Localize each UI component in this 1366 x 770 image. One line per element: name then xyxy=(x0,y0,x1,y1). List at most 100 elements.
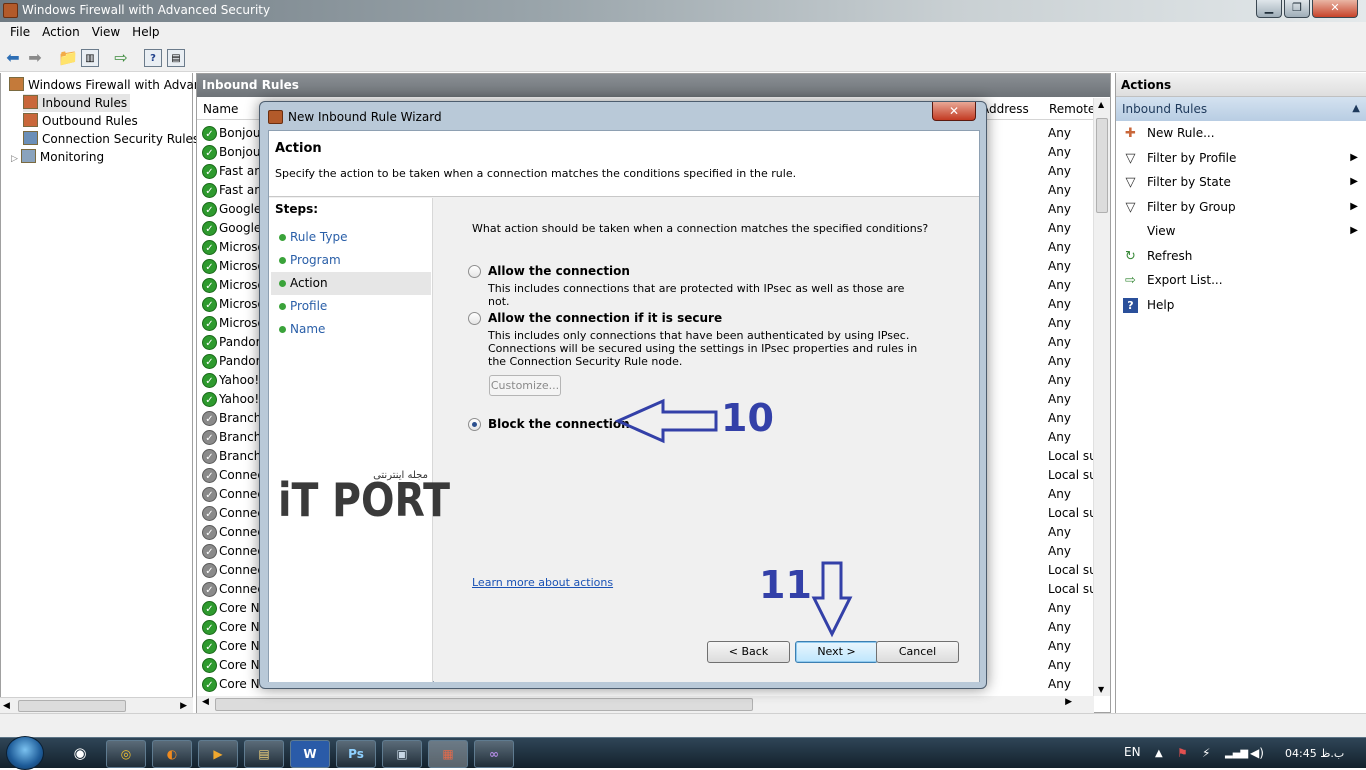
enabled-check-icon: ✓ xyxy=(202,297,217,312)
tree-item-connection-security-rules[interactable]: Connection Security Rules xyxy=(23,130,199,148)
rule-name: Microso xyxy=(219,278,265,292)
tree-item-outbound-rules[interactable]: Outbound Rules xyxy=(23,112,138,130)
start-button[interactable] xyxy=(6,736,44,770)
media-player-icon[interactable]: ▶ xyxy=(198,740,238,768)
enabled-check-icon: ✓ xyxy=(202,240,217,255)
visual-studio-icon[interactable]: ∞ xyxy=(474,740,514,768)
action-center-flag-icon[interactable]: ⚑ xyxy=(1177,738,1188,769)
action-new-rule[interactable]: ✚ New Rule... xyxy=(1116,121,1366,146)
volume-icon[interactable]: ◀) xyxy=(1250,738,1264,769)
rules-horizontal-scrollbar[interactable]: ◀ ▶ xyxy=(197,696,1094,713)
filter-icon: ▽ xyxy=(1125,150,1136,166)
firewall-icon xyxy=(9,77,24,91)
radio-allow[interactable] xyxy=(468,265,481,278)
step-profile[interactable]: Profile xyxy=(271,295,431,318)
export-list-icon[interactable]: ⇨ xyxy=(112,49,130,67)
show-hide-action-pane-icon[interactable]: ▤ xyxy=(167,49,185,67)
rule-remote: Any xyxy=(1048,525,1071,539)
firewall-taskbar-icon[interactable]: ▦ xyxy=(428,740,468,768)
rule-name: Yahoo! xyxy=(219,373,260,387)
rule-remote: Any xyxy=(1048,164,1071,178)
chrome-icon[interactable]: ◎ xyxy=(106,740,146,768)
help-icon[interactable]: ? xyxy=(144,49,162,67)
forward-arrow-icon[interactable]: ➡ xyxy=(26,49,44,67)
column-name[interactable]: Name xyxy=(203,98,238,120)
new-inbound-rule-wizard: New Inbound Rule Wizard ✕ Action Specify… xyxy=(259,101,987,689)
close-button[interactable]: ✕ xyxy=(1312,0,1358,18)
rule-remote: Any xyxy=(1048,145,1071,159)
action-filter-by-group[interactable]: ▽ Filter by Group ▶ xyxy=(1116,195,1366,220)
collapse-arrow-icon[interactable]: ▲ xyxy=(1352,97,1360,121)
radio-allow-secure[interactable] xyxy=(468,312,481,325)
menu-bar: File Action View Help xyxy=(0,22,1366,43)
radio-block[interactable] xyxy=(468,418,481,431)
photoshop-icon[interactable]: Ps xyxy=(336,740,376,768)
column-address[interactable]: Address xyxy=(981,98,1029,120)
power-icon[interactable]: ⚡ xyxy=(1202,738,1210,769)
action-view[interactable]: View ▶ xyxy=(1116,219,1366,244)
action-question: What action should be taken when a conne… xyxy=(472,222,929,235)
show-hide-console-tree-icon[interactable]: ▥ xyxy=(81,49,99,67)
menu-view[interactable]: View xyxy=(86,22,126,43)
maximize-button[interactable]: ❐ xyxy=(1284,0,1310,18)
menu-file[interactable]: File xyxy=(4,22,36,43)
window-title: Windows Firewall with Advanced Security xyxy=(22,3,271,17)
tree-root[interactable]: Windows Firewall with Advance xyxy=(9,76,215,94)
menu-help[interactable]: Help xyxy=(126,22,165,43)
submenu-arrow-icon: ▶ xyxy=(1350,176,1358,187)
show-hidden-icons-icon[interactable]: ▲ xyxy=(1155,738,1163,769)
up-folder-icon[interactable]: 📁 xyxy=(58,49,78,67)
dialog-close-button[interactable]: ✕ xyxy=(932,102,976,121)
tree-horizontal-scrollbar[interactable]: ◀ ▶ xyxy=(0,697,193,713)
dialog-title: New Inbound Rule Wizard xyxy=(288,110,442,124)
clock[interactable]: 04:45 ب.ظ xyxy=(1285,738,1344,769)
menu-action[interactable]: Action xyxy=(36,22,86,43)
cancel-button[interactable]: Cancel xyxy=(876,641,959,663)
expand-arrow-icon[interactable]: ▷ xyxy=(11,154,18,164)
rule-name: Connec xyxy=(219,487,264,501)
network-tool-icon[interactable]: ▣ xyxy=(382,740,422,768)
ie-icon[interactable]: ◉ xyxy=(60,740,100,768)
enabled-check-icon: ✓ xyxy=(202,658,217,673)
action-refresh[interactable]: ↻ Refresh xyxy=(1116,244,1366,269)
submenu-arrow-icon: ▶ xyxy=(1350,151,1358,163)
customize-button[interactable]: Customize... xyxy=(489,375,561,396)
word-icon[interactable]: W xyxy=(290,740,330,768)
action-help[interactable]: ? Help xyxy=(1116,293,1366,318)
language-indicator[interactable]: EN xyxy=(1124,738,1141,766)
help-icon: ? xyxy=(1123,297,1138,313)
rule-remote: Any xyxy=(1048,316,1071,330)
rules-vertical-scrollbar[interactable]: ▲ ▼ xyxy=(1093,98,1110,696)
tree-item-inbound-rules[interactable]: Inbound Rules xyxy=(23,94,131,112)
actions-section-inbound-rules[interactable]: Inbound Rules ▲ xyxy=(1116,97,1366,121)
rule-name: Connec xyxy=(219,468,264,482)
learn-more-link[interactable]: Learn more about actions xyxy=(472,576,613,589)
signal-icon[interactable]: ▂▄▆ xyxy=(1225,738,1248,769)
firefox-icon[interactable]: ◐ xyxy=(152,740,192,768)
rule-remote: Local su xyxy=(1048,563,1097,577)
back-button[interactable]: < Back xyxy=(707,641,790,663)
step-action[interactable]: Action xyxy=(271,272,431,295)
step-program[interactable]: Program xyxy=(271,249,431,272)
enabled-check-icon: ✓ xyxy=(202,202,217,217)
rule-name: Connec xyxy=(219,563,264,577)
rule-name: Connec xyxy=(219,544,264,558)
rule-remote: Any xyxy=(1048,677,1071,691)
rule-remote: Any xyxy=(1048,658,1071,672)
action-filter-by-profile[interactable]: ▽ Filter by Profile ▶ xyxy=(1116,146,1366,171)
back-arrow-icon[interactable]: ⬅ xyxy=(4,49,22,67)
rule-remote: Any xyxy=(1048,259,1071,273)
step-name[interactable]: Name xyxy=(271,318,431,341)
rule-remote: Any xyxy=(1048,544,1071,558)
next-button[interactable]: Next > xyxy=(795,641,878,663)
tree-item-monitoring[interactable]: ▷ Monitoring xyxy=(11,148,104,166)
minimize-button[interactable]: ▁ xyxy=(1256,0,1282,18)
column-remote[interactable]: Remote xyxy=(1049,98,1095,120)
action-filter-by-state[interactable]: ▽ Filter by State ▶ xyxy=(1116,170,1366,195)
step-rule-type[interactable]: Rule Type xyxy=(271,226,431,249)
export-icon: ⇨ xyxy=(1125,273,1136,288)
rule-name: Microso xyxy=(219,240,265,254)
explorer-icon[interactable]: ▤ xyxy=(244,740,284,768)
action-export-list[interactable]: ⇨ Export List... xyxy=(1116,268,1366,293)
rule-remote: Any xyxy=(1048,240,1071,254)
